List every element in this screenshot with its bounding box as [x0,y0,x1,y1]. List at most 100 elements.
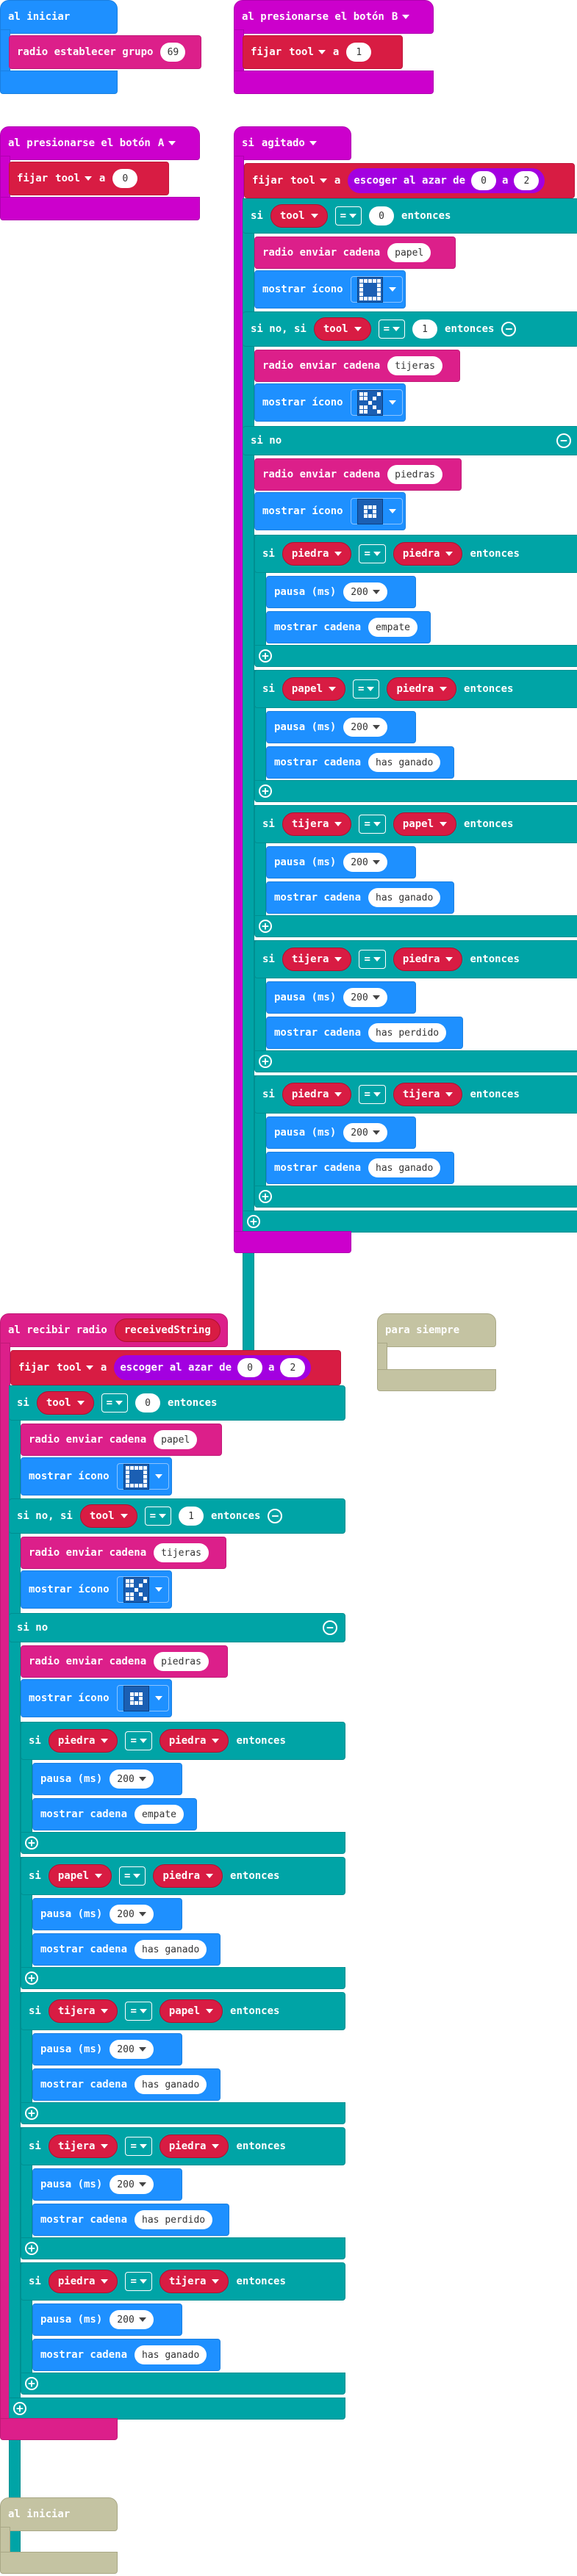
var-right-pill[interactable]: piedra [393,542,463,566]
random-to-input[interactable]: 2 [280,1358,306,1377]
random-from-input[interactable]: 0 [237,1358,263,1377]
plus-icon[interactable]: + [25,2377,38,2390]
var-left-pill[interactable]: tijera [282,948,352,971]
icon-picker[interactable] [116,1463,169,1490]
nested-if-block[interactable]: si piedra = piedra entonces [21,1722,345,1760]
operator-dropdown[interactable]: = [125,2137,152,2156]
show-icon-small-block[interactable]: mostrar ícono [21,1679,172,1717]
icon-picker[interactable] [116,1576,169,1603]
string-input[interactable]: tijeras [154,1543,209,1562]
icon-picker[interactable] [350,498,403,524]
string-input[interactable]: empate [135,1805,184,1824]
minus-icon[interactable]: − [268,1509,283,1523]
pause-block[interactable]: pausa (ms) 200 [266,981,416,1014]
show-string-block[interactable]: mostrar cadena has ganado [32,2068,221,2101]
operator-dropdown[interactable]: = [125,1731,152,1750]
string-input[interactable]: piedras [154,1652,209,1671]
pause-dropdown[interactable]: 200 [110,2040,154,2059]
operator-dropdown[interactable]: = [334,206,362,226]
var-left-pill[interactable]: tijera [282,812,352,836]
show-icon-square-block[interactable]: mostrar ícono [254,270,406,309]
show-string-block[interactable]: mostrar cadena has perdido [266,1017,463,1049]
button-a-dropdown[interactable]: A [158,137,176,149]
var-right-pill[interactable]: tijera [393,1083,463,1106]
string-input[interactable]: has perdido [368,1023,447,1042]
show-string-block[interactable]: mostrar cadena has ganado [266,746,454,779]
event-header[interactable]: si agitado [234,126,351,160]
plus-icon[interactable]: + [13,2402,26,2415]
pause-block[interactable]: pausa (ms) 200 [266,846,416,878]
var-left-pill[interactable]: piedra [282,542,352,566]
string-input[interactable]: tijeras [387,356,442,375]
plus-icon[interactable]: + [259,784,272,798]
operator-dropdown[interactable]: = [353,679,380,699]
pause-block[interactable]: pausa (ms) 200 [32,1763,182,1795]
compare-input[interactable]: 0 [135,1393,161,1413]
operator-dropdown[interactable]: = [125,2272,152,2291]
var-left-pill[interactable]: tijera [48,2135,118,2158]
event-header[interactable]: al recibir radio receivedString [0,1313,228,1347]
show-string-block[interactable]: mostrar cadena empate [32,1798,197,1830]
operator-dropdown[interactable]: = [144,1507,172,1526]
var-tool-dropdown[interactable]: tool [289,46,326,58]
string-input[interactable]: has ganado [368,1158,441,1177]
string-input[interactable]: piedras [387,465,442,484]
button-a-block[interactable]: al presionarse el botón A fijar tool a 0 [0,126,200,220]
button-b-dropdown[interactable]: B [392,11,410,23]
if-block[interactable]: si tool = 0 entonces [243,198,577,234]
operator-dropdown[interactable]: = [359,544,386,563]
var-right-pill[interactable]: tijera [159,2270,229,2293]
show-icon-square-block[interactable]: mostrar ícono [21,1457,172,1496]
var-right-pill[interactable]: papel [159,1999,223,2023]
button-b-block[interactable]: al presionarse el botón B fijar tool a 1 [234,0,434,94]
pause-dropdown[interactable]: 200 [343,582,387,602]
plus-icon[interactable]: + [259,1055,272,1068]
else-if-block[interactable]: si no, si tool = 1 entonces − [243,311,577,347]
var-left-pill[interactable]: piedra [48,1729,118,1753]
random-block[interactable]: escoger al azar de 0 a 2 [348,168,545,193]
shake-dropdown[interactable]: agitado [262,137,317,149]
var-right-pill[interactable]: papel [393,812,457,836]
nested-if-block[interactable]: si piedra = tijera entonces [21,2262,345,2301]
nested-if-block[interactable]: si tijera = papel entonces [254,805,577,843]
received-string-param[interactable]: receivedString [114,1318,221,1342]
var-right-pill[interactable]: piedra [153,1864,223,1888]
var-right-pill[interactable]: piedra [159,2135,229,2158]
show-string-block[interactable]: mostrar cadena empate [266,611,431,643]
pause-block[interactable]: pausa (ms) 200 [32,1898,182,1930]
radio-send-tijeras-block[interactable]: radio enviar cadena tijeras [254,350,460,382]
button-b-header[interactable]: al presionarse el botón B [234,0,434,34]
plus-icon[interactable]: + [259,1190,272,1203]
show-string-block[interactable]: mostrar cadena has perdido [32,2204,229,2236]
nested-if-block[interactable]: si papel = piedra entonces [21,1857,345,1895]
pause-block[interactable]: pausa (ms) 200 [266,1116,416,1149]
on-start-disabled-header[interactable]: al iniciar [0,2497,118,2531]
minus-icon[interactable]: − [556,433,571,448]
operator-dropdown[interactable]: = [359,950,386,969]
set-tool-random-block[interactable]: fijar tool a escoger al azar de 0 a 2 [10,1350,341,1385]
nested-if-block[interactable]: si papel = piedra entonces [254,670,577,708]
set-tool-1-block[interactable]: fijar tool a 1 [243,35,403,69]
show-string-block[interactable]: mostrar cadena has ganado [32,2339,221,2371]
else-if-block[interactable]: si no, si tool = 1 entonces − [9,1498,345,1534]
else-block[interactable]: si no − [9,1613,345,1642]
string-input[interactable]: papel [387,243,431,262]
compare-input[interactable]: 1 [179,1507,204,1526]
radio-set-group-block[interactable]: radio establecer grupo 69 [9,35,201,69]
string-input[interactable]: has ganado [135,2075,207,2094]
show-icon-small-block[interactable]: mostrar ícono [254,492,406,530]
radio-send-papel-block[interactable]: radio enviar cadena papel [21,1424,222,1456]
show-string-block[interactable]: mostrar cadena has ganado [266,881,454,914]
pause-dropdown[interactable]: 200 [110,1769,154,1789]
operator-dropdown[interactable]: = [119,1866,146,1886]
var-right-pill[interactable]: piedra [387,677,457,701]
var-tool-pill[interactable]: tool [313,317,371,341]
operator-dropdown[interactable]: = [359,1085,386,1104]
show-icon-scissors-block[interactable]: mostrar ícono [21,1570,172,1609]
radio-send-tijeras-block[interactable]: radio enviar cadena tijeras [21,1537,226,1569]
button-a-header[interactable]: al presionarse el botón A [0,126,200,160]
show-string-block[interactable]: mostrar cadena has ganado [266,1152,454,1184]
var-left-pill[interactable]: piedra [48,2270,118,2293]
nested-if-block[interactable]: si piedra = piedra entonces [254,535,577,573]
forever-header[interactable]: para siempre [377,1313,496,1347]
